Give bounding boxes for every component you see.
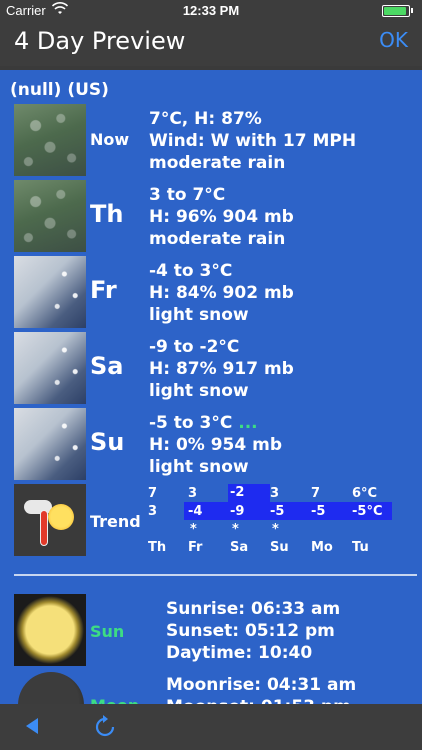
sunset-text: Sunset: 05:12 pm <box>166 621 335 641</box>
info-line: light snow <box>149 381 249 401</box>
trend-low: -5 <box>311 504 326 519</box>
trend-low: -9 <box>230 504 245 519</box>
sunrise-text: Sunrise: 06:33 am <box>166 599 341 619</box>
trend-low: -5 <box>270 504 285 519</box>
day-label-now: Now <box>90 130 130 149</box>
forecast-info-su: -5 to 3°C ... H: 0% 954 mb light snow <box>149 412 282 478</box>
info-line: Wind: W with 17 MPH <box>149 131 357 151</box>
trend-low: -5°C <box>352 504 383 519</box>
info-line: -4 to 3°C <box>149 261 233 281</box>
moonset-text: Moonset: 01:53 pm <box>166 696 356 704</box>
snow-icon <box>14 256 86 328</box>
info-line: light snow <box>149 457 249 477</box>
trend-day: Tu <box>352 540 369 555</box>
trend-day: Fr <box>188 540 203 555</box>
back-arrow-icon[interactable] <box>22 716 42 736</box>
daytime-text: Daytime: 10:40 <box>166 643 313 663</box>
forecast-row-sa: Sa -9 to -2°C H: 87% 917 mb light snow <box>14 332 414 404</box>
forecast-info-th: 3 to 7°C H: 96% 904 mb moderate rain <box>149 184 294 250</box>
info-line: moderate rain <box>149 153 286 173</box>
trend-row: Trend 7 3 -2 3 7 6°C 3 -4 -9 -5 -5 -5°C … <box>14 484 414 556</box>
info-line: H: 87% 917 mb <box>149 359 294 379</box>
moonrise-text: Moonrise: 04:31 am <box>166 675 357 695</box>
info-line: moderate rain <box>149 229 286 249</box>
sun-info: Sunrise: 06:33 am Sunset: 05:12 pm Dayti… <box>166 598 340 664</box>
trend-mark: * <box>272 522 279 537</box>
nav-bar: 4 Day Preview OK <box>0 22 422 66</box>
sun-icon <box>14 594 86 666</box>
moon-row: Moon Moonrise: 04:31 am Moonset: 01:53 p… <box>14 672 414 704</box>
info-line: H: 84% 902 mb <box>149 283 294 303</box>
forecast-info-fr: -4 to 3°C H: 84% 902 mb light snow <box>149 260 294 326</box>
trend-table: 7 3 -2 3 7 6°C 3 -4 -9 -5 -5 -5°C * * * … <box>148 484 414 556</box>
location-title: (null) (US) <box>10 80 109 100</box>
sun-shape <box>48 504 74 530</box>
trend-low: -4 <box>188 504 203 519</box>
info-line: H: 96% 904 mb <box>149 207 294 227</box>
forecast-content[interactable]: (null) (US) Now 7°C, H: 87% Wind: W with… <box>0 70 422 704</box>
trend-low: 3 <box>148 504 158 519</box>
trend-mark: * <box>190 522 197 537</box>
trend-label: Trend <box>90 512 141 531</box>
page-title: 4 Day Preview <box>14 27 186 55</box>
thermometer-shape <box>40 510 48 546</box>
sun-label: Sun <box>90 622 125 641</box>
snow-icon <box>14 332 86 404</box>
snow-icon <box>14 408 86 480</box>
forecast-info-now: 7°C, H: 87% Wind: W with 17 MPH moderate… <box>149 108 356 174</box>
info-line: -9 to -2°C <box>149 337 240 357</box>
trend-high: 6°C <box>352 486 378 501</box>
section-divider <box>14 574 417 576</box>
info-line: H: 0% 954 mb <box>149 435 283 455</box>
status-bar: Carrier 12:33 PM <box>0 0 422 22</box>
forecast-row-now: Now 7°C, H: 87% Wind: W with 17 MPH mode… <box>14 104 414 176</box>
battery-nub <box>411 8 413 13</box>
forecast-row-th: Th 3 to 7°C H: 96% 904 mb moderate rain <box>14 180 414 252</box>
forecast-row-fr: Fr -4 to 3°C H: 84% 902 mb light snow <box>14 256 414 328</box>
trend-high: 3 <box>270 486 280 501</box>
rain-icon <box>14 180 86 252</box>
info-line: 7°C, H: 87% <box>149 109 262 129</box>
day-label-su: Su <box>90 428 125 456</box>
sun-row: Sun Sunrise: 06:33 am Sunset: 05:12 pm D… <box>14 594 414 666</box>
trend-high: 3 <box>188 486 198 501</box>
trend-high: 7 <box>148 486 158 501</box>
moon-label: Moon <box>90 696 139 704</box>
day-label-sa: Sa <box>90 352 124 380</box>
trend-high: 7 <box>311 486 321 501</box>
day-label-th: Th <box>90 200 124 228</box>
moon-icon <box>18 672 84 704</box>
trend-day: Sa <box>230 540 249 555</box>
battery-level-fill <box>384 7 407 15</box>
day-label-fr: Fr <box>90 276 117 304</box>
status-time: 12:33 PM <box>182 3 240 18</box>
temperature-trend-icon <box>14 484 86 556</box>
bottom-toolbar <box>0 704 422 750</box>
battery-icon <box>382 5 410 17</box>
info-line: light snow <box>149 305 249 325</box>
trend-day: Mo <box>311 540 333 555</box>
info-text: -5 to 3°C <box>149 413 233 433</box>
trend-mark: * <box>232 522 239 537</box>
more-indicator[interactable]: ... <box>238 413 257 433</box>
trend-high-highlight: -2 <box>228 484 270 502</box>
info-line: -5 to 3°C ... <box>149 412 282 434</box>
ok-button[interactable]: OK <box>379 28 408 52</box>
trend-day: Th <box>148 540 167 555</box>
moon-info: Moonrise: 04:31 am Moonset: 01:53 pm <box>166 674 356 704</box>
rain-icon <box>14 104 86 176</box>
refresh-icon[interactable] <box>92 714 118 740</box>
forecast-row-su: Su -5 to 3°C ... H: 0% 954 mb light snow <box>14 408 414 480</box>
forecast-info-sa: -9 to -2°C H: 87% 917 mb light snow <box>149 336 294 402</box>
info-line: 3 to 7°C <box>149 185 226 205</box>
trend-day: Su <box>270 540 289 555</box>
